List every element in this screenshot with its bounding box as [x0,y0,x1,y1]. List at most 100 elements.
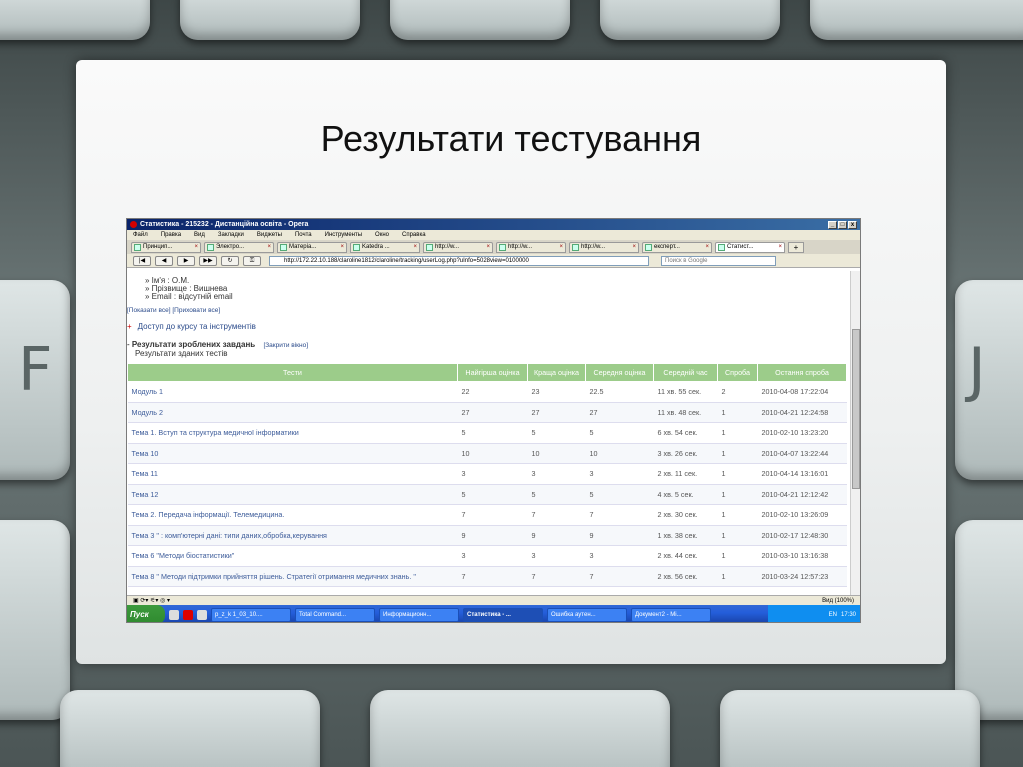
menu-tools[interactable]: Инструменты [325,232,362,238]
reload-icon[interactable]: ↻ [221,255,239,266]
key-icon[interactable]: ⚿ [243,255,261,266]
quicklaunch-icon[interactable] [169,609,179,620]
expand-icon[interactable]: + [127,322,132,331]
tab-label: Матеріа... [289,244,317,250]
page-icon [134,243,141,251]
tab[interactable]: http://w... × [496,241,566,253]
key [180,0,360,40]
taskbar-item[interactable]: p_z_k 1_03_10.... [211,607,291,622]
menu-window[interactable]: Окно [375,232,389,238]
menu-edit[interactable]: Правка [161,232,181,238]
tab[interactable]: Матеріа... × [277,241,347,253]
close-tab-icon[interactable]: × [340,244,344,250]
test-name-link[interactable]: Тема 11 [127,463,458,485]
close-tab-icon[interactable]: × [559,244,563,250]
address-field[interactable]: http://172.22.10.188/claroline1812/claro… [269,255,649,266]
tab[interactable]: http://w... × [423,241,493,253]
table-cell: 7 [457,566,528,587]
vertical-scrollbar[interactable] [850,271,860,595]
tab[interactable]: Katedra ... × [350,241,420,253]
table-row: Тема 12 5 5 5 4 хв. 5 сек. 1 2010-04-21 12:12:… [127,484,847,505]
new-tab-button[interactable]: + [788,241,804,253]
test-name-link[interactable]: Модуль 1 [127,381,458,403]
close-tab-icon[interactable]: × [778,244,782,250]
tab[interactable]: Принцип... × [131,241,201,253]
minimize-button[interactable]: _ [828,220,837,229]
back-icon[interactable]: ◀ [155,255,173,266]
zoom-indicator[interactable]: Вид (100%) [822,598,854,604]
close-tab-icon[interactable]: × [194,244,198,250]
close-tab-icon[interactable]: × [267,244,271,250]
menu-widgets[interactable]: Виджеты [257,232,282,238]
taskbar-item[interactable]: Ошибка аутен... [547,607,627,622]
table-cell: 1 [717,443,758,464]
tab[interactable]: http://w... × [569,241,639,253]
test-name-link[interactable]: Тема 6 "Методи біостатистики" [127,545,458,567]
close-tab-icon[interactable]: × [486,244,490,250]
table-cell: 10 [457,443,528,464]
table-cell: 9 [527,525,586,546]
menu-help[interactable]: Справка [402,232,426,238]
rewind-icon[interactable]: |◀ [133,255,151,266]
menu-view[interactable]: Вид [194,232,205,238]
taskbar-item[interactable]: Документ2 - Mi... [631,607,711,622]
table-cell: 1 [717,463,758,485]
taskbar-item-active[interactable]: Статистика - ... [463,607,543,622]
key [370,690,670,767]
menu-mail[interactable]: Почта [295,232,312,238]
table-cell: 2 хв. 44 сек. [653,545,718,567]
table-cell: 6 хв. 54 сек. [653,422,718,444]
collapse-icon[interactable]: - [127,340,130,349]
key [810,0,1023,40]
word-quicklaunch-icon[interactable] [197,609,207,620]
test-name-link[interactable]: Тема 3 " : комп'ютерні дані: типи даних,… [127,525,458,546]
tab[interactable]: експерт... × [642,241,712,253]
tab-label: Katedra ... [362,244,390,250]
test-name-link[interactable]: Тема 1. Вступ та структура медичної інфо… [127,422,458,444]
test-name-link[interactable]: Тема 12 [127,484,458,505]
taskbar: Пуск p_z_k 1_03_10.... Total Command... … [127,605,860,622]
maximize-button[interactable]: □ [838,220,847,229]
tab[interactable]: Электро... × [204,241,274,253]
col-average: Середня оцінка [585,363,654,382]
table-row: Тема 8 " Методи підтримки прийняття ріше… [127,566,847,587]
fast-forward-icon[interactable]: ▶▶ [199,255,217,266]
col-last-attempt: Остання спроба [757,363,847,382]
test-name-link[interactable]: Тема 8 " Методи підтримки прийняття ріше… [127,566,458,587]
tab-active[interactable]: Статист... × [715,241,785,253]
table-cell: 3 [457,463,528,485]
menu-file[interactable]: Файл [133,232,148,238]
course-access[interactable]: + Доступ до курсу та інструментів [127,322,850,331]
hide-all-link[interactable]: [Приховати все] [172,307,220,314]
menu-bar: Файл Правка Вид Закладки Виджеты Почта И… [127,230,860,240]
tab-label: Статист... [727,244,754,250]
table-cell: 3 [527,463,586,485]
close-tab-icon[interactable]: × [632,244,636,250]
taskbar-item[interactable]: Total Command... [295,607,375,622]
close-window-link[interactable]: [Закрити вікно] [263,342,308,349]
table-row: Тема 3 " : комп'ютерні дані: типи даних,… [127,525,847,546]
table-cell: 7 [527,504,586,526]
scroll-thumb[interactable] [852,329,860,489]
close-tab-icon[interactable]: × [705,244,709,250]
key [955,280,1023,480]
close-tab-icon[interactable]: × [413,244,417,250]
course-link[interactable]: Доступ до курсу та інструментів [138,322,256,331]
start-button[interactable]: Пуск [127,605,165,622]
table-cell: 3 [457,545,528,567]
opera-quicklaunch-icon[interactable] [183,609,193,620]
table-cell: 2010-02-10 13:26:09 [757,504,847,526]
taskbar-item[interactable]: Информационн... [379,607,459,622]
language-indicator[interactable]: EN [829,612,837,618]
key-letter: J [968,335,986,405]
table-cell: 2010-04-21 12:12:42 [757,484,847,505]
forward-icon[interactable]: ▶ [177,255,195,266]
test-name-link[interactable]: Тема 10 [127,443,458,464]
show-all-link[interactable]: [Показати все] [127,307,171,314]
menu-bookmarks[interactable]: Закладки [218,232,244,238]
search-input[interactable]: Поиск в Google [661,255,776,266]
test-name-link[interactable]: Тема 2. Передача інформації. Телемедицин… [127,504,458,526]
table-cell: 1 [717,504,758,526]
close-button[interactable]: x [848,220,857,229]
test-name-link[interactable]: Модуль 2 [127,402,458,423]
